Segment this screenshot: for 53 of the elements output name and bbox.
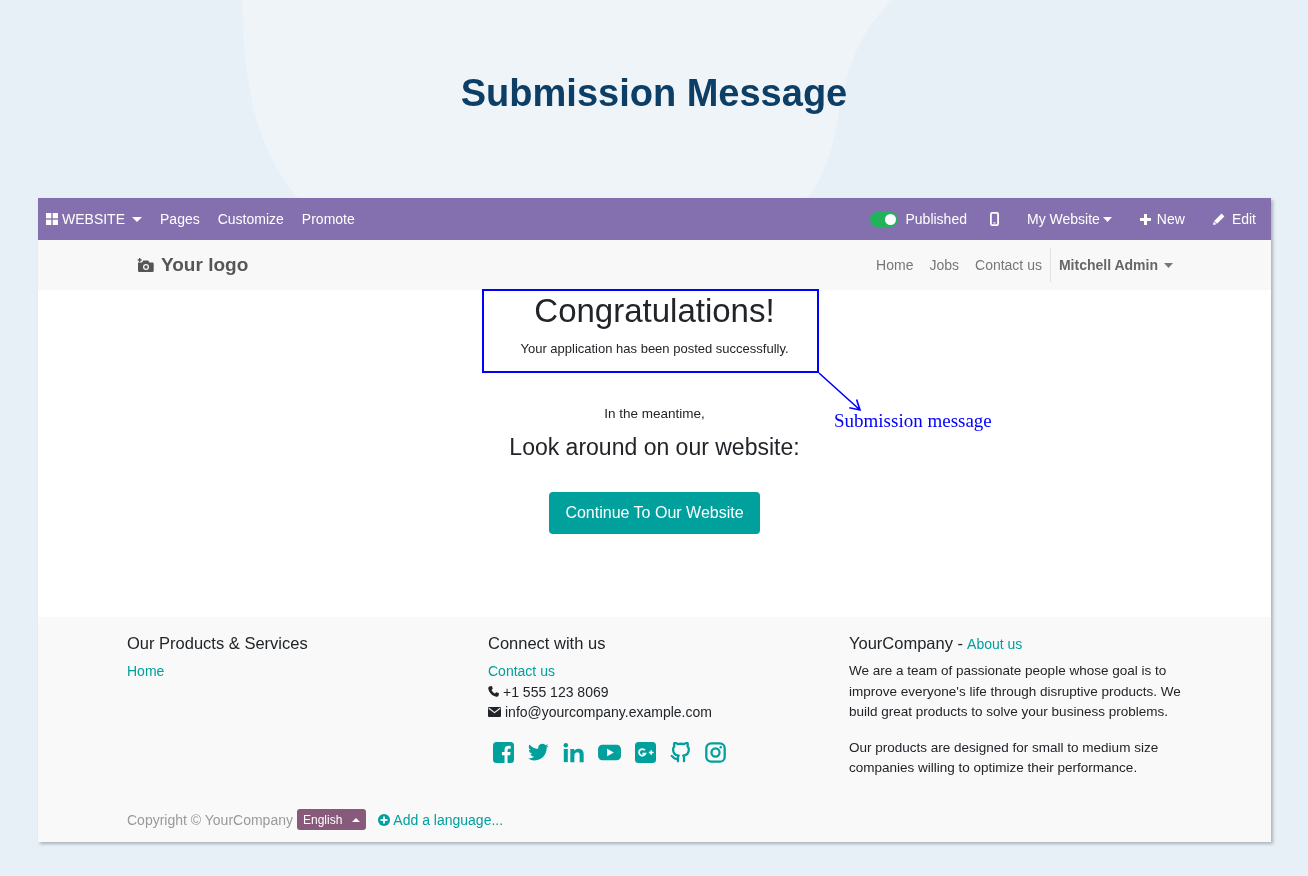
camera-icon <box>137 258 154 272</box>
caret-icon <box>132 216 142 222</box>
about-paragraph: Our products are designed for small to medium size companies willing to optimize their performance. <box>849 738 1160 777</box>
continue-button[interactable]: Continue To Our Website <box>549 492 760 534</box>
instagram-icon[interactable] <box>705 741 726 763</box>
edit-button[interactable]: Edit <box>1198 198 1271 240</box>
caret-up-icon <box>352 817 361 822</box>
language-button[interactable]: English <box>296 809 367 830</box>
user-menu-button[interactable]: Mitchell Admin <box>1050 255 1181 275</box>
phone-number: +1 555 123 8069 <box>503 682 609 702</box>
meantime-text: In the meantime, <box>604 405 705 423</box>
menu-item[interactable]: Customize <box>208 198 293 240</box>
site-logo[interactable]: Your logo <box>127 245 259 285</box>
contact-link[interactable]: Contact us <box>488 661 555 682</box>
caret-icon <box>1164 262 1173 268</box>
publish-toggle[interactable] <box>870 211 899 227</box>
smartphone-icon <box>990 212 999 226</box>
grid-icon <box>46 213 58 225</box>
success-message: Your application has been posted successfully. <box>520 340 789 358</box>
app-menu-button[interactable]: WEBSITE <box>38 198 151 240</box>
twitter-bird-icon[interactable] <box>528 741 549 763</box>
annotation-label: Submission message <box>834 410 992 432</box>
github-icon[interactable] <box>670 741 691 763</box>
nav-link[interactable]: Home <box>868 255 922 275</box>
copyright-text: Copyright © YourCompany <box>127 810 293 830</box>
nav-link[interactable]: Contact us <box>967 255 1050 275</box>
linkedin-icon[interactable] <box>563 741 584 763</box>
about-paragraph: We are a team of passionate people whose goal is to improve everyone's life through disruptive products. We build great products to solve your business problems. <box>849 662 1182 721</box>
email-address: info@yourcompany.example.com <box>505 703 712 722</box>
pencil-icon <box>1212 213 1225 225</box>
page-title: Submission Message <box>460 74 848 112</box>
phone-icon <box>488 686 499 698</box>
footer-heading: Our Products & Services <box>127 633 308 654</box>
footer-heading: Connect with us <box>488 633 606 654</box>
caret-icon <box>1102 216 1112 222</box>
facebook-icon[interactable] <box>493 741 514 763</box>
envelope-icon <box>488 707 501 718</box>
toggle-label: Published <box>905 209 967 229</box>
menu-item[interactable]: Promote <box>292 198 364 240</box>
new-button[interactable]: New <box>1125 198 1199 240</box>
website-menu-button[interactable]: My Website <box>1013 198 1126 240</box>
annotation-arrow <box>818 372 862 412</box>
company-name: YourCompany - <box>849 633 964 654</box>
plus-circle-icon <box>378 813 391 826</box>
menu-item[interactable]: Pages <box>151 198 209 240</box>
footer-link[interactable]: Home <box>127 661 165 682</box>
success-heading: Congratulations! <box>534 291 775 331</box>
plus-icon <box>1139 213 1151 225</box>
google-plus-icon[interactable] <box>635 741 656 763</box>
about-us-link[interactable]: About us <box>967 634 1023 655</box>
add-language-link[interactable]: Add a language... <box>378 809 504 830</box>
look-around-heading: Look around on our website: <box>509 433 800 461</box>
nav-link[interactable]: Jobs <box>921 255 967 275</box>
